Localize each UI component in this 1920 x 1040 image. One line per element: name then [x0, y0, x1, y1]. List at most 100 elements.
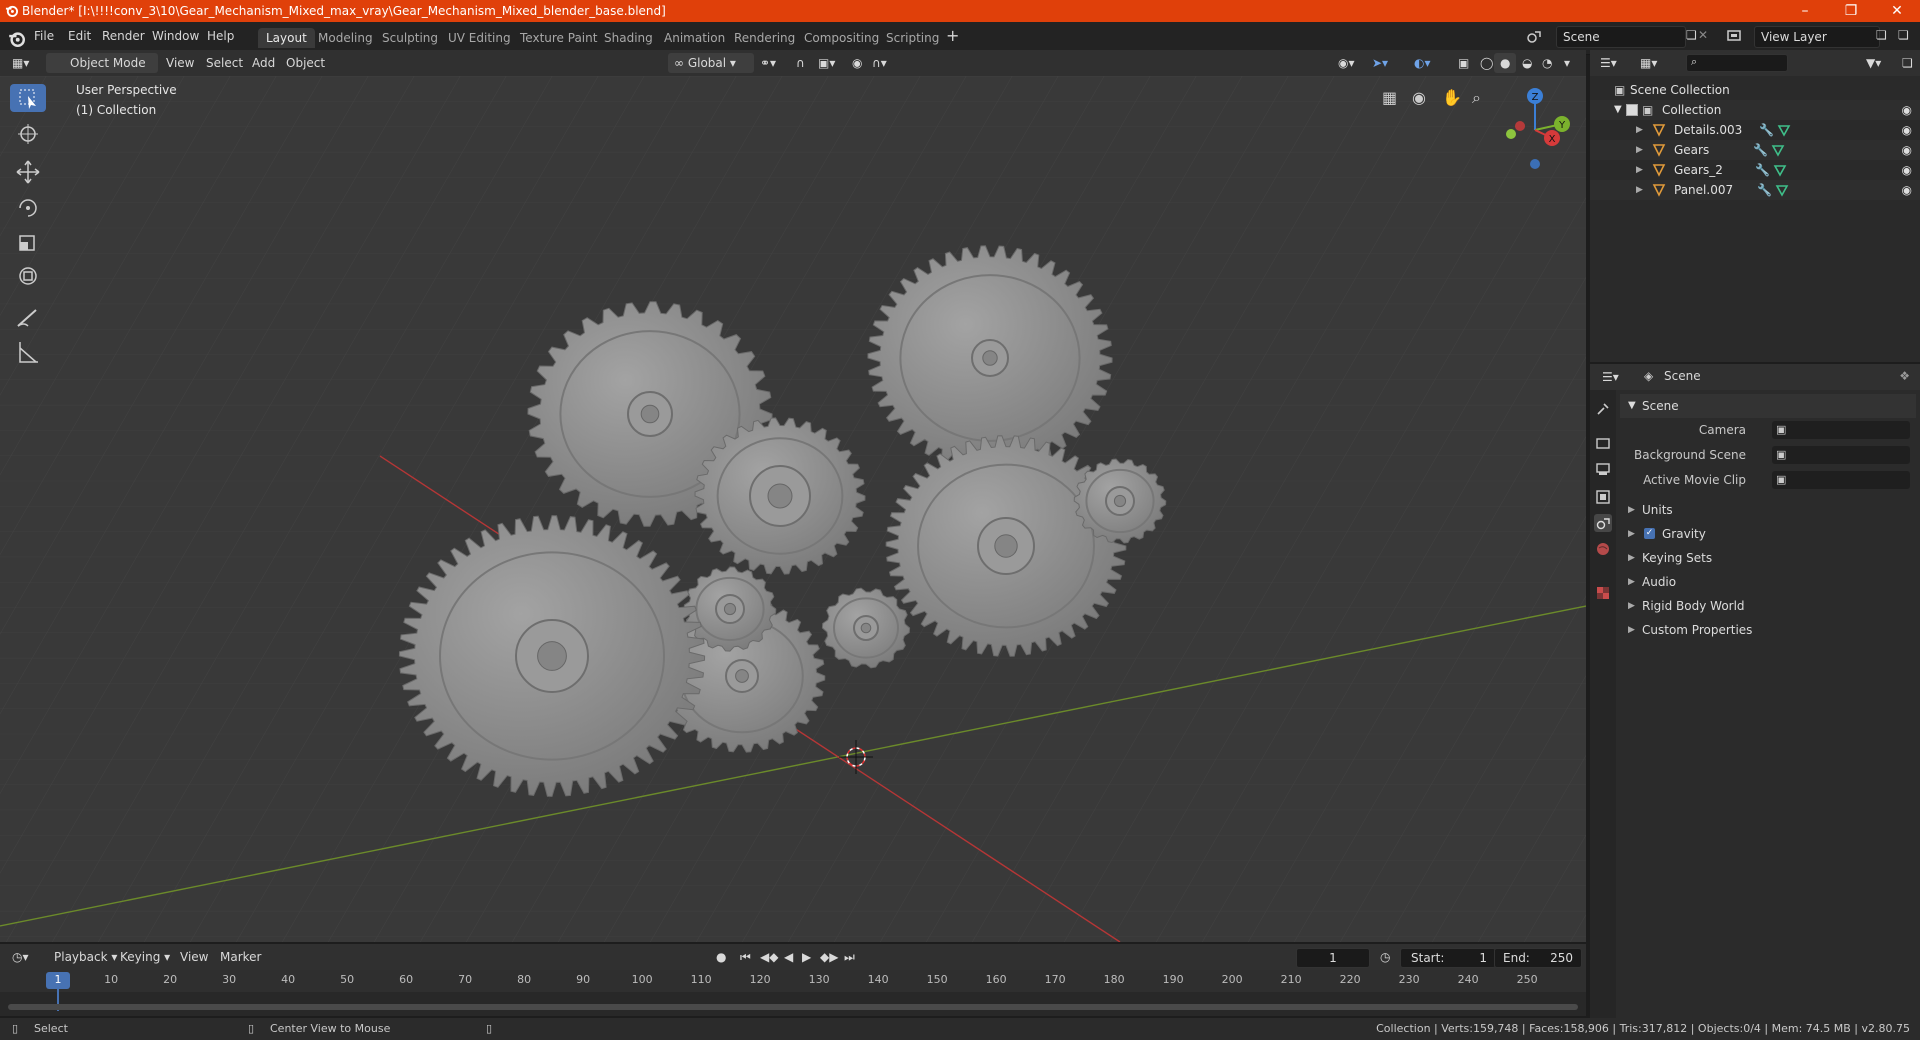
shading-options-icon[interactable]: ▾ [1558, 53, 1576, 73]
mesh-data-icon[interactable] [1773, 163, 1787, 177]
navigation-gizmo[interactable]: Z Y X [1490, 82, 1580, 172]
new-scene-icon[interactable]: ❏ [1686, 28, 1697, 42]
new-collection-icon[interactable]: ❏ [1896, 53, 1919, 73]
expand-arrow-icon[interactable]: ▶ [1636, 120, 1643, 140]
annotate-tool[interactable] [10, 304, 46, 332]
modifier-wrench-icon[interactable]: 🔧 [1753, 140, 1768, 160]
move-tool[interactable] [10, 158, 46, 186]
minimize-button[interactable]: – [1782, 0, 1828, 22]
jump-end-icon[interactable]: ⏭ [838, 947, 861, 967]
outliner-item-panel-007[interactable]: ▶ Panel.007 🔧 ◉ [1590, 180, 1920, 200]
pan-hand-icon[interactable]: ✋ [1442, 88, 1462, 107]
render-tab-icon[interactable] [1594, 434, 1612, 452]
current-frame-field[interactable]: 1 [1296, 948, 1370, 968]
add-workspace-icon[interactable]: + [946, 26, 959, 45]
transform-orientation-dropdown[interactable]: ∞ Global ▾ [668, 53, 754, 73]
outliner-collection[interactable]: ▼ ▣ Collection ◉ [1590, 100, 1920, 120]
transform-tool[interactable] [10, 262, 46, 290]
mesh-data-icon[interactable] [1777, 123, 1791, 137]
eye-icon[interactable]: ◉ [1902, 160, 1912, 180]
view-layer-field[interactable]: View Layer [1754, 26, 1880, 48]
scene-panel-header[interactable]: ▼ Scene [1620, 394, 1916, 418]
tool-tab-icon[interactable] [1594, 400, 1612, 418]
outliner-item-gears[interactable]: ▶ Gears 🔧 ◉ [1590, 140, 1920, 160]
panel-keying-sets[interactable]: ▶ Keying Sets [1620, 546, 1916, 570]
view-layer-tab-icon[interactable] [1594, 488, 1612, 506]
menu-render[interactable]: Render [102, 29, 145, 43]
preview-range-icon[interactable]: ◷ [1374, 947, 1396, 967]
pivot-icon[interactable]: ⚭▾ [754, 53, 782, 73]
expand-arrow-icon[interactable]: ▶ [1636, 140, 1643, 160]
tab-rendering[interactable]: Rendering [726, 28, 803, 48]
menu-timeline-view[interactable]: View [174, 947, 214, 967]
record-icon[interactable]: ● [710, 947, 732, 967]
outliner-item-gears-2[interactable]: ▶ Gears_2 🔧 ◉ [1590, 160, 1920, 180]
expand-arrow-icon[interactable]: ▶ [1636, 180, 1643, 200]
mesh-data-icon[interactable] [1771, 143, 1785, 157]
menu-file[interactable]: File [34, 29, 54, 43]
outliner-item-details-003[interactable]: ▶ Details.003 🔧 ◉ [1590, 120, 1920, 140]
gizmo-neg-x-icon[interactable] [1515, 121, 1525, 131]
toggle-camera-grid-icon[interactable]: ▦ [1382, 88, 1397, 107]
gizmo-neg-z-icon[interactable] [1530, 159, 1540, 169]
gizmo-icon[interactable]: ➤▾ [1366, 53, 1394, 73]
collection-checkbox[interactable] [1626, 104, 1638, 116]
scene-tab-icon[interactable] [1594, 514, 1612, 532]
tab-compositing[interactable]: Compositing [796, 28, 887, 48]
blender-menu-icon[interactable] [8, 30, 25, 47]
timeline-scrollbar[interactable] [8, 1004, 1578, 1010]
tab-texture-paint[interactable]: Texture Paint [512, 28, 605, 48]
tab-animation[interactable]: Animation [656, 28, 733, 48]
modifier-wrench-icon[interactable]: 🔧 [1759, 120, 1774, 140]
tab-uv-editing[interactable]: UV Editing [440, 28, 519, 48]
tab-sculpting[interactable]: Sculpting [374, 28, 446, 48]
pin-icon[interactable]: ❖ [1899, 369, 1910, 383]
prop-field-input[interactable]: ▣ [1772, 446, 1910, 464]
expand-arrow-icon[interactable]: ▼ [1614, 100, 1622, 120]
eye-icon[interactable]: ◉ [1902, 140, 1912, 160]
properties-editor-type-icon[interactable]: ☰▾ [1596, 367, 1625, 387]
prop-field-input[interactable]: ▣ [1772, 421, 1910, 439]
close-button[interactable]: ✕ [1874, 0, 1920, 22]
xray-icon[interactable]: ▣ [1452, 53, 1475, 73]
menu-edit[interactable]: Edit [68, 29, 91, 43]
outliner-search-input[interactable]: ⌕ [1686, 54, 1788, 72]
editor-type-icon[interactable]: ▦▾ [6, 53, 35, 73]
overlay-icon[interactable]: ◐▾ [1408, 53, 1437, 73]
tab-shading[interactable]: Shading [596, 28, 661, 48]
modifier-wrench-icon[interactable]: 🔧 [1755, 160, 1770, 180]
output-tab-icon[interactable] [1594, 460, 1612, 478]
menu-object[interactable]: Object [280, 53, 331, 73]
measure-tool[interactable] [10, 338, 46, 366]
tab-modeling[interactable]: Modeling [310, 28, 381, 48]
filter-icon[interactable]: ▼▾ [1860, 53, 1887, 73]
rotate-tool[interactable] [10, 194, 46, 222]
texture-tab-icon[interactable] [1594, 584, 1612, 602]
scene-field[interactable]: Scene [1556, 26, 1686, 48]
panel-rigid-body-world[interactable]: ▶ Rigid Body World [1620, 594, 1916, 618]
panel-audio[interactable]: ▶ Audio [1620, 570, 1916, 594]
panel-custom-properties[interactable]: ▶ Custom Properties [1620, 618, 1916, 642]
shading-rendered-icon[interactable]: ◔ [1536, 53, 1558, 73]
menu-view[interactable]: View [160, 53, 200, 73]
modifier-wrench-icon[interactable]: 🔧 [1757, 180, 1772, 200]
3d-viewport[interactable]: User Perspective (1) Collection ▦ ◉ ✋ ⌕ … [0, 76, 1586, 942]
menu-add[interactable]: Add [246, 53, 281, 73]
menu-select[interactable]: Select [200, 53, 249, 73]
menu-keying[interactable]: Keying ▾ [114, 947, 176, 967]
panel-gravity[interactable]: ▶ ✓ Gravity [1620, 522, 1916, 546]
menu-window[interactable]: Window [152, 29, 199, 43]
eye-icon[interactable]: ◉ [1902, 100, 1912, 120]
cursor-tool[interactable] [10, 120, 46, 148]
world-tab-icon[interactable] [1594, 540, 1612, 558]
menu-playback[interactable]: Playback ▾ [48, 947, 123, 967]
mode-dropdown[interactable]: Object Mode ▾ [46, 53, 158, 90]
scene-icon[interactable] [1526, 28, 1542, 44]
visibility-icon[interactable]: ◉▾ [1332, 53, 1361, 73]
maximize-button[interactable]: ❐ [1828, 0, 1874, 22]
panel-units[interactable]: ▶ Units [1620, 498, 1916, 522]
scale-tool[interactable] [10, 228, 46, 256]
camera-view-icon[interactable]: ◉ [1412, 88, 1426, 107]
select-box-tool[interactable] [10, 84, 46, 112]
new-view-layer-icon[interactable]: ❏ [1876, 28, 1887, 42]
